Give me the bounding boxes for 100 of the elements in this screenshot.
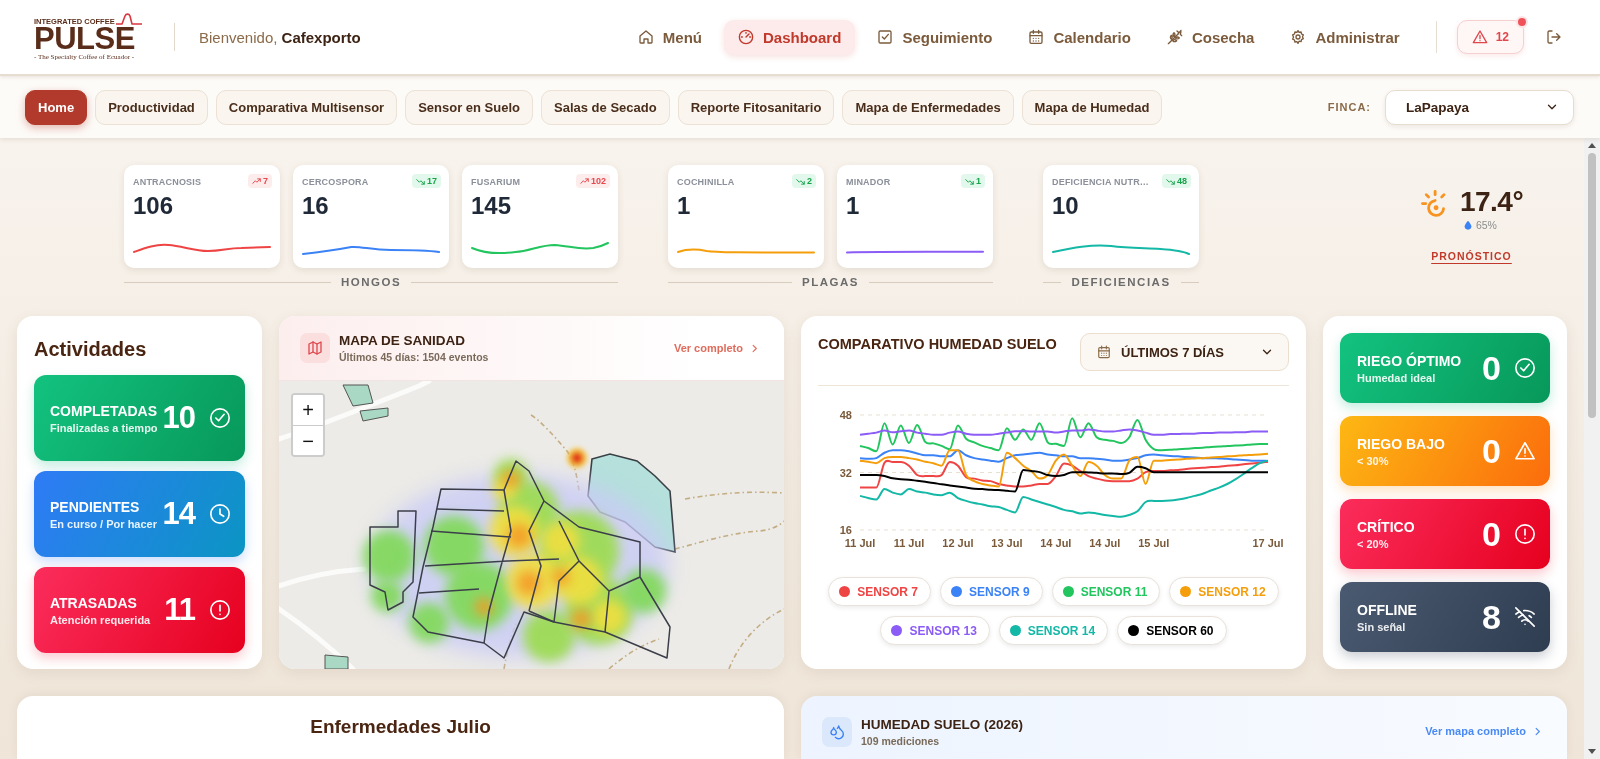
kpi-label: FUSARIUM: [471, 176, 521, 187]
status-label: RIEGO BAJO: [1357, 435, 1445, 452]
x-axis-label: 14 Jul: [1040, 537, 1072, 549]
nav-item[interactable]: Administrar: [1276, 19, 1414, 55]
nav-item[interactable]: Dashboard: [724, 19, 856, 55]
x-axis-label: 11 Jul: [844, 537, 876, 549]
trend-change: 102: [590, 176, 606, 186]
status-count: 8: [1482, 597, 1500, 637]
trend-down-icon: [416, 176, 425, 186]
kpi-value: 145: [471, 194, 513, 218]
wifi-off-icon: [1514, 606, 1536, 628]
status-detail: < 20%: [1357, 537, 1389, 550]
nav-item[interactable]: Cosecha: [1152, 19, 1269, 55]
tab[interactable]: Mapa de Humedad: [1021, 89, 1163, 125]
status-card[interactable]: RIEGO ÓPTIMO Humedad ideal 0: [1340, 333, 1550, 403]
scrollbar-thumb[interactable]: [1588, 153, 1596, 418]
x-axis-label: 12 Jul: [942, 537, 974, 549]
calendar-icon: [1028, 29, 1045, 45]
status-count: 0: [1482, 348, 1500, 388]
y-axis-label: 48: [839, 409, 852, 421]
farm-select[interactable]: LaPapaya: [1385, 89, 1574, 125]
soil-subtitle: 109 mediciones: [861, 735, 940, 747]
farm-label: FINCA:: [1327, 101, 1371, 113]
alert-circle-icon: [1514, 523, 1536, 545]
legend-item[interactable]: SENSOR 60: [1117, 616, 1227, 645]
check-circle-icon: [209, 407, 231, 429]
legend-item[interactable]: SENSOR 7: [828, 577, 931, 606]
kpi-value: 16: [302, 194, 330, 218]
humidity-value: 65%: [1475, 219, 1497, 231]
status-card[interactable]: OFFLINE Sin señal 8: [1340, 582, 1550, 652]
map-icon: [300, 333, 330, 363]
kpi-value: 10: [1052, 194, 1080, 218]
view-full-link[interactable]: Ver completo: [673, 342, 760, 354]
gauge-icon: [738, 29, 754, 45]
tab[interactable]: Reporte Fitosanitario: [677, 89, 835, 125]
status-detail: < 30%: [1357, 454, 1389, 467]
home-icon: [637, 29, 654, 45]
checkbox-icon: [877, 29, 894, 45]
status-label: CRÍTICO: [1357, 518, 1415, 535]
status-label: ATRASADAS: [50, 594, 137, 611]
tab[interactable]: Home: [25, 89, 88, 125]
view-map-link[interactable]: Ver mapa completo: [1425, 725, 1543, 737]
status-label: OFFLINE: [1357, 601, 1417, 618]
y-axis-label: 32: [839, 466, 852, 479]
x-axis-label: 15 Jul: [1138, 537, 1170, 549]
warning-icon: [1471, 29, 1488, 45]
trend-up-icon: [579, 176, 589, 186]
status-count: 11: [164, 592, 195, 628]
map-title: MAPA DE SANIDAD: [339, 333, 465, 348]
trend-up-icon: [252, 176, 261, 186]
scrollbar[interactable]: [1584, 138, 1600, 759]
logout-icon: [1546, 29, 1562, 45]
status-label: RIEGO ÓPTIMO: [1357, 352, 1462, 369]
trend-change: 1: [976, 176, 981, 186]
settings-icon: [1290, 29, 1307, 45]
hotspot: [567, 448, 587, 468]
status-detail: Humedad ideal: [1357, 371, 1436, 384]
droplet-icon: [1463, 220, 1472, 230]
x-axis-label: 11 Jul: [893, 537, 925, 549]
trend-down-icon: [796, 176, 805, 186]
status-card[interactable]: CRÍTICO < 20% 0: [1340, 499, 1550, 569]
nav-item[interactable]: Menú: [623, 19, 716, 55]
clock-icon: [209, 503, 231, 525]
trend-change: 17: [427, 176, 437, 186]
group-label: HONGOS: [340, 276, 402, 288]
logo-wordmark: PULSE: [34, 25, 135, 52]
forecast-link[interactable]: PRONÓSTICO: [1431, 250, 1512, 262]
status-count: 14: [162, 496, 195, 532]
nav-item[interactable]: Calendario: [1014, 19, 1145, 55]
x-axis-label: 14 Jul: [1089, 537, 1121, 549]
tab[interactable]: Mapa de Enfermedades: [842, 89, 1014, 125]
y-axis-label: 16: [839, 524, 852, 536]
droplets-icon: [822, 717, 852, 747]
tab[interactable]: Productividad: [95, 89, 208, 125]
card-title: Actividades: [34, 337, 147, 362]
status-count: 0: [1482, 514, 1500, 554]
scroll-down-icon[interactable]: [1588, 749, 1596, 754]
status-count: 0: [1482, 431, 1500, 471]
status-detail: Atención requerida: [50, 613, 151, 626]
tab[interactable]: Comparativa Multisensor: [215, 89, 398, 125]
legend-item[interactable]: SENSOR 9: [939, 577, 1043, 606]
group-label: PLAGAS: [802, 276, 859, 288]
trend-down-icon: [965, 176, 974, 186]
status-detail: Sin señal: [1357, 620, 1406, 633]
nav-item[interactable]: Seguimiento: [863, 19, 1007, 55]
legend-item[interactable]: SENSOR 13: [880, 616, 990, 645]
field-area: [324, 654, 349, 669]
scroll-up-icon[interactable]: [1588, 143, 1596, 148]
zoom-out-button[interactable]: −: [293, 425, 323, 455]
kpi-label: MINADOR: [846, 176, 891, 187]
warning-icon: [1514, 440, 1536, 462]
trend-down-icon: [1166, 176, 1175, 186]
tab[interactable]: Sensor en Suelo: [405, 89, 533, 125]
x-axis-label: 17 Jul: [1252, 537, 1284, 549]
welcome-text: Bienvenido, Cafexporto: [199, 28, 361, 46]
logout-button[interactable]: [1546, 29, 1562, 45]
tab[interactable]: Salas de Secado: [541, 89, 670, 125]
kpi-value: 106: [133, 194, 175, 218]
date-range-select[interactable]: ÚLTIMOS 7 DÍAS: [1080, 333, 1289, 371]
kpi-label: CERCOSPORA: [302, 176, 369, 187]
